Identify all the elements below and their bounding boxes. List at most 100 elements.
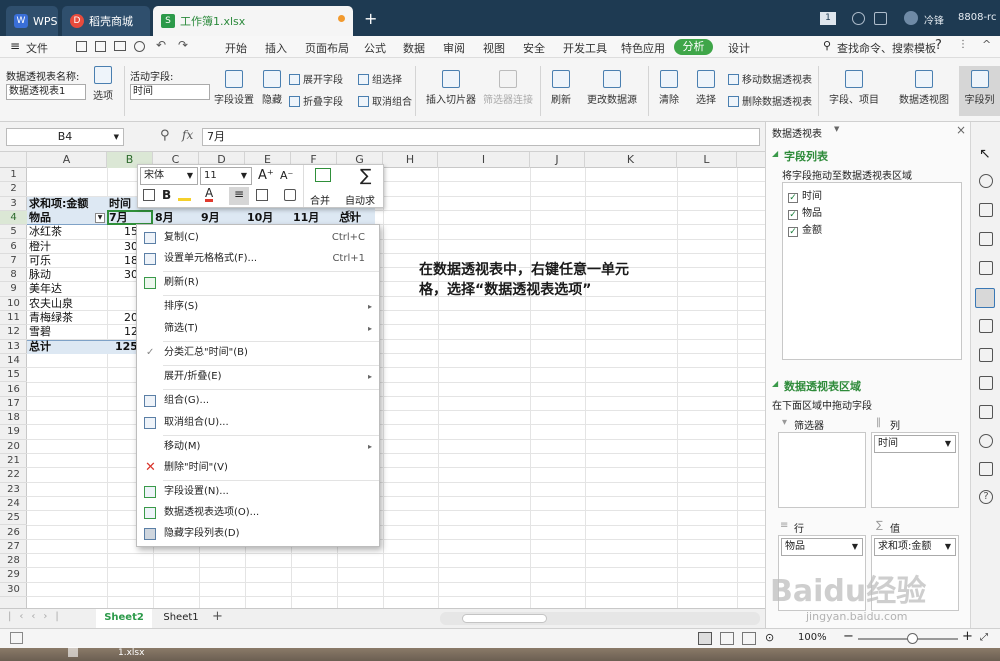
save-icon[interactable]: [76, 41, 87, 52]
zoom-slider-handle[interactable]: [907, 633, 918, 644]
row-header[interactable]: 14: [0, 354, 27, 369]
row-header[interactable]: 12: [0, 325, 27, 340]
field-item-goods[interactable]: ✓ 物品: [788, 204, 822, 220]
chevron-down-icon[interactable]: ▼: [834, 125, 839, 133]
autosum-icon[interactable]: ∑: [360, 166, 371, 186]
pivot-value-caption[interactable]: 求和项:金额: [29, 197, 88, 211]
field-list-button[interactable]: 字段列: [959, 66, 1000, 116]
image-icon[interactable]: [979, 405, 993, 419]
sheet-nav-arrows-icon[interactable]: |‹‹›|: [8, 611, 67, 622]
eye-protect-icon[interactable]: ⊙: [765, 631, 774, 644]
field-item-amount[interactable]: ✓ 金额: [788, 221, 822, 237]
taskbar-file-label[interactable]: 1.xlsx: [118, 648, 144, 658]
column-header[interactable]: A: [27, 152, 107, 168]
scrollbar-thumb[interactable]: [462, 614, 547, 623]
zoom-formula-icon[interactable]: ⚲: [160, 128, 170, 143]
row-header[interactable]: 15: [0, 368, 27, 383]
menu-design[interactable]: 设计: [728, 40, 750, 56]
row-header[interactable]: 27: [0, 540, 27, 555]
menu-item-expand-collapse[interactable]: 展开/折叠(E) ▸: [137, 367, 379, 387]
row-header[interactable]: 17: [0, 397, 27, 412]
menu-item-delete-field[interactable]: ✕ 删除"时间"(V): [137, 458, 379, 478]
menu-item-sort[interactable]: 排序(S) ▸: [137, 297, 379, 317]
select-button[interactable]: 选择: [690, 70, 722, 106]
row-header[interactable]: 26: [0, 526, 27, 540]
pivot-column-item[interactable]: 7月: [109, 211, 128, 225]
column-header[interactable]: I: [438, 152, 530, 168]
window-count-badge[interactable]: 1: [820, 12, 836, 25]
checkbox-checked-icon[interactable]: ✓: [788, 193, 798, 203]
column-drop-zone[interactable]: 时间 ▼: [871, 432, 959, 508]
field-item-time[interactable]: ✓ 时间: [788, 187, 822, 203]
menu-page-layout[interactable]: 页面布局: [305, 40, 349, 56]
search-icon[interactable]: ⚲: [823, 39, 831, 52]
bold-icon[interactable]: B: [162, 188, 171, 202]
hamburger-icon[interactable]: ≡: [10, 40, 20, 52]
row-header[interactable]: 30: [0, 583, 27, 597]
hide-button[interactable]: 隐藏: [259, 70, 285, 106]
group-select-button[interactable]: 组选择: [358, 71, 402, 86]
zoom-out-button[interactable]: −: [843, 629, 854, 644]
shapes-icon[interactable]: [979, 174, 993, 188]
fullscreen-icon[interactable]: ⤢: [980, 632, 988, 643]
macro-record-icon[interactable]: [10, 632, 23, 644]
pivot-name-input[interactable]: 数据透视表1: [6, 84, 86, 100]
sheet-tab[interactable]: Sheet1: [156, 609, 206, 628]
menu-insert[interactable]: 插入: [265, 40, 287, 56]
menu-item-move[interactable]: 移动(M) ▸: [137, 437, 379, 457]
pivot-row-item[interactable]: 橙汁: [29, 240, 51, 254]
font-color-icon[interactable]: A: [205, 187, 214, 202]
row-header[interactable]: 5: [0, 225, 27, 240]
filter-connection-button[interactable]: 筛选器连接: [481, 70, 535, 106]
pivot-grand-total-value[interactable]: 125: [115, 340, 138, 354]
ungroup-button[interactable]: 取消组合: [358, 93, 412, 108]
column-header[interactable]: K: [585, 152, 677, 168]
column-header[interactable]: J: [530, 152, 585, 168]
column-header[interactable]: L: [677, 152, 737, 168]
export-pdf-icon[interactable]: [95, 41, 106, 52]
print-icon[interactable]: [114, 41, 126, 51]
menu-developer[interactable]: 开发工具: [563, 40, 607, 56]
reading-view-icon[interactable]: [742, 632, 756, 645]
increase-font-icon[interactable]: A⁺: [258, 168, 274, 183]
pivot-column-item[interactable]: 10月: [247, 211, 273, 225]
row-header[interactable]: 2: [0, 182, 27, 197]
menu-item-copy[interactable]: 复制(C) Ctrl+C: [137, 228, 379, 248]
clear-format-icon[interactable]: [284, 189, 296, 201]
pivot-chart-button[interactable]: 数据透视图: [896, 70, 952, 106]
font-size-select[interactable]: 11 ▼: [200, 167, 252, 185]
menu-file[interactable]: 文件: [26, 40, 48, 56]
command-search[interactable]: 查找命令、搜索模板: [837, 40, 936, 56]
styles-icon[interactable]: [979, 203, 993, 217]
fx-icon[interactable]: fx: [182, 128, 193, 142]
tab-workbook[interactable]: S 工作簿1.xlsx: [153, 6, 353, 36]
sheet-tab-active[interactable]: Sheet2: [96, 609, 152, 628]
menu-item-ungroup[interactable]: 取消组合(U)...: [137, 413, 379, 433]
share-out-icon[interactable]: [979, 348, 993, 362]
fill-color-icon[interactable]: [178, 189, 191, 201]
horizontal-scrollbar[interactable]: [440, 612, 760, 625]
pivot-row-item[interactable]: 冰红茶: [29, 225, 62, 239]
align-icon[interactable]: ≡: [229, 187, 249, 205]
expand-field-button[interactable]: 展开字段: [289, 71, 343, 86]
name-box[interactable]: B4 ▼: [6, 128, 124, 146]
pivot-grand-total-label[interactable]: 总计: [29, 340, 51, 354]
collapse-field-button[interactable]: 折叠字段: [289, 93, 343, 108]
row-field-chip[interactable]: 物品 ▼: [781, 538, 863, 556]
fields-items-button[interactable]: 字段、项目: [824, 70, 884, 106]
pivot-row-item[interactable]: 美年达: [29, 282, 62, 296]
pivot-row-item[interactable]: 青梅绿茶: [29, 311, 73, 325]
collapse-triangle-icon[interactable]: ◢: [772, 379, 778, 388]
menu-special[interactable]: 特色应用: [621, 40, 665, 56]
column-field-chip[interactable]: 时间 ▼: [874, 435, 956, 453]
menu-view[interactable]: 视图: [483, 40, 505, 56]
cloud-icon[interactable]: [852, 12, 865, 25]
decrease-font-icon[interactable]: A⁻: [280, 169, 293, 182]
menu-security[interactable]: 安全: [523, 40, 545, 56]
formula-input[interactable]: 7月: [202, 128, 760, 146]
row-header[interactable]: 11: [0, 311, 27, 326]
clear-button[interactable]: 清除: [653, 70, 685, 106]
new-tab-button[interactable]: +: [364, 9, 377, 28]
change-source-button[interactable]: 更改数据源: [582, 70, 642, 106]
menu-item-group[interactable]: 组合(G)...: [137, 391, 379, 411]
